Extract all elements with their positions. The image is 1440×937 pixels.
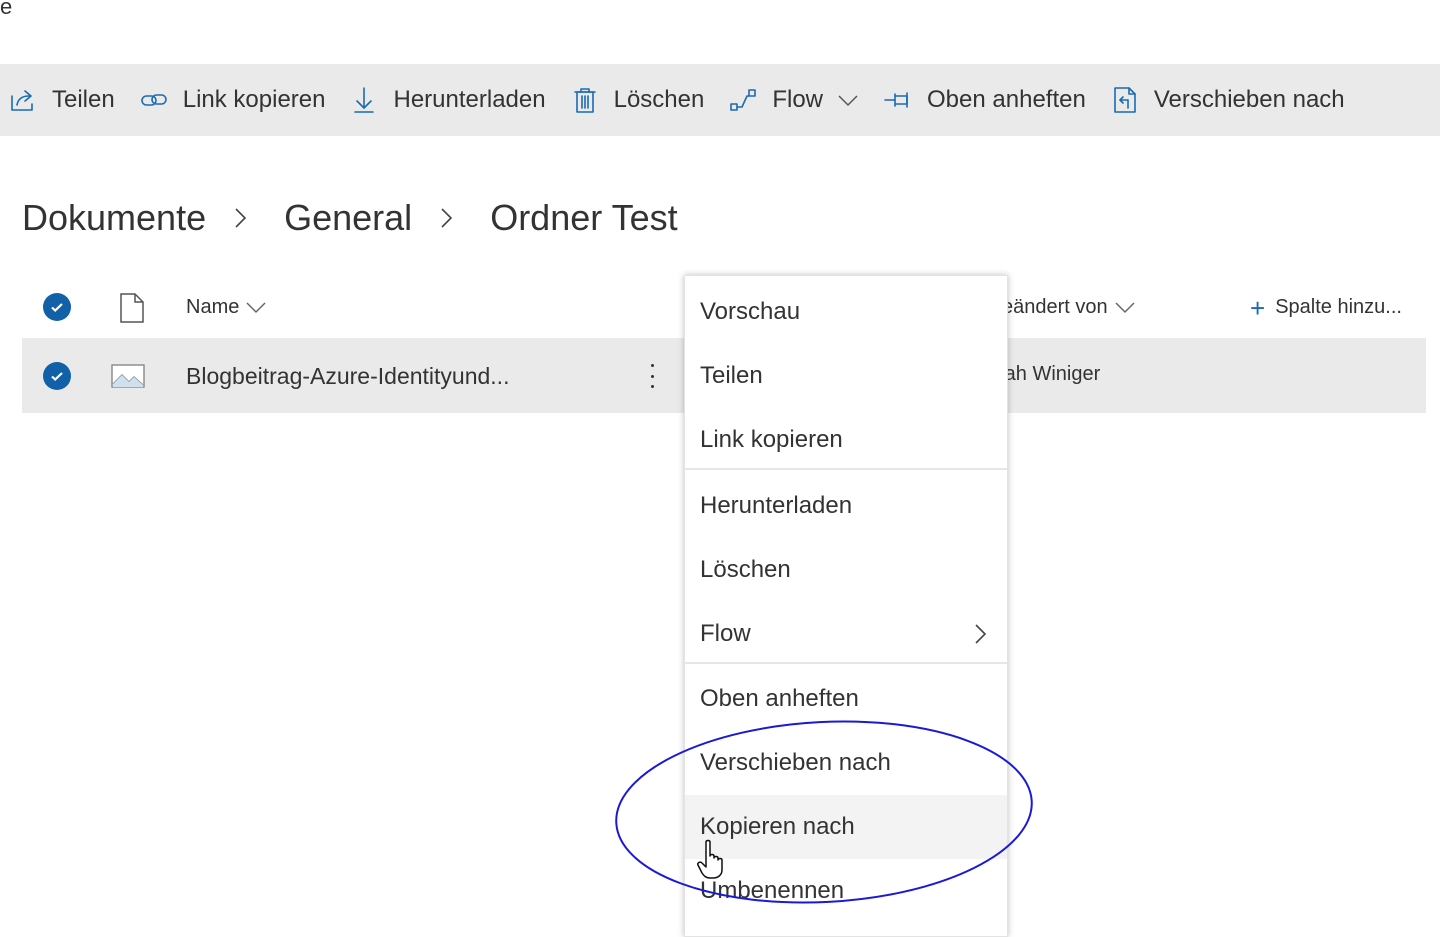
move-icon bbox=[1110, 85, 1140, 115]
chevron-down-icon bbox=[246, 301, 266, 313]
file-name-link[interactable]: Blogbeitrag-Azure-Identityund... bbox=[186, 363, 509, 390]
select-all-checkbox[interactable] bbox=[43, 293, 71, 321]
modified-by-value: rah Winiger bbox=[998, 363, 1101, 385]
chevron-down-icon bbox=[837, 89, 859, 111]
flow-label: Flow bbox=[772, 86, 824, 113]
row-checkbox[interactable] bbox=[43, 362, 71, 390]
add-column-label: Spalte hinzu... bbox=[1275, 296, 1402, 318]
menu-item-move-to[interactable]: Verschieben nach bbox=[685, 731, 1007, 795]
more-dot bbox=[650, 374, 654, 378]
download-label: Herunterladen bbox=[393, 86, 546, 113]
more-dot bbox=[650, 385, 654, 388]
command-bar: Teilen Link kopieren Herunterladen Lösch… bbox=[0, 64, 1440, 136]
menu-item-share[interactable]: Teilen bbox=[685, 344, 1007, 408]
share-icon bbox=[8, 85, 38, 115]
share-button[interactable]: Teilen bbox=[0, 64, 131, 136]
download-button[interactable]: Herunterladen bbox=[341, 64, 561, 136]
column-header-name[interactable]: Name bbox=[186, 296, 267, 319]
context-menu: Vorschau Teilen Link kopieren Herunterla… bbox=[684, 275, 1008, 937]
menu-item-flow[interactable]: Flow bbox=[685, 602, 1007, 666]
more-actions-button[interactable] bbox=[642, 360, 662, 392]
plus-icon: + bbox=[1250, 292, 1266, 323]
menu-item-download[interactable]: Herunterladen bbox=[685, 474, 1007, 538]
image-file-icon bbox=[111, 364, 145, 388]
flow-button[interactable]: Flow bbox=[720, 64, 875, 136]
checkmark-icon bbox=[51, 372, 63, 382]
chevron-right-icon bbox=[438, 205, 464, 231]
move-to-label: Verschieben nach bbox=[1153, 86, 1345, 113]
copy-link-button[interactable]: Link kopieren bbox=[131, 64, 342, 136]
breadcrumb-item-documents[interactable]: Dokumente bbox=[22, 197, 206, 239]
column-header-modified-by-label: eändert von bbox=[1002, 296, 1108, 318]
move-to-button[interactable]: Verschieben nach bbox=[1102, 64, 1361, 136]
share-label: Teilen bbox=[52, 86, 115, 113]
menu-divider bbox=[685, 468, 1007, 470]
trash-icon bbox=[570, 85, 600, 115]
chevron-down-icon bbox=[1115, 301, 1135, 313]
menu-item-copy-link[interactable]: Link kopieren bbox=[685, 408, 1007, 472]
pin-to-top-label: Oben anheften bbox=[927, 86, 1086, 113]
chevron-right-icon bbox=[973, 622, 989, 646]
column-header-modified-by[interactable]: eändert von bbox=[1002, 296, 1136, 319]
more-dot bbox=[650, 364, 654, 367]
menu-divider bbox=[685, 662, 1007, 664]
page-stub-text: e bbox=[0, 0, 13, 19]
copy-link-label: Link kopieren bbox=[182, 86, 326, 113]
menu-item-rename[interactable]: Umbenennen bbox=[685, 859, 1007, 923]
add-column-button[interactable]: + Spalte hinzu... bbox=[1250, 292, 1402, 323]
menu-item-copy-to[interactable]: Kopieren nach bbox=[685, 795, 1007, 859]
breadcrumb: Dokumente General Ordner Test bbox=[22, 190, 678, 246]
breadcrumb-item-current-folder: Ordner Test bbox=[490, 197, 678, 238]
chevron-right-icon bbox=[232, 205, 258, 231]
column-header-name-label: Name bbox=[186, 296, 240, 318]
delete-label: Löschen bbox=[613, 86, 705, 113]
menu-item-pin-to-top[interactable]: Oben anheften bbox=[685, 667, 1007, 731]
delete-button[interactable]: Löschen bbox=[562, 64, 721, 136]
pin-to-top-button[interactable]: Oben anheften bbox=[875, 64, 1102, 136]
menu-item-preview[interactable]: Vorschau bbox=[685, 280, 1007, 344]
flow-icon bbox=[728, 85, 758, 115]
checkmark-icon bbox=[51, 303, 63, 313]
menu-item-delete[interactable]: Löschen bbox=[685, 538, 1007, 602]
breadcrumb-item-general[interactable]: General bbox=[284, 197, 412, 239]
link-icon bbox=[139, 85, 169, 115]
file-type-column-icon[interactable] bbox=[118, 292, 146, 324]
download-icon bbox=[349, 85, 379, 115]
menu-item-flow-label: Flow bbox=[700, 620, 751, 647]
pin-icon bbox=[883, 85, 913, 115]
